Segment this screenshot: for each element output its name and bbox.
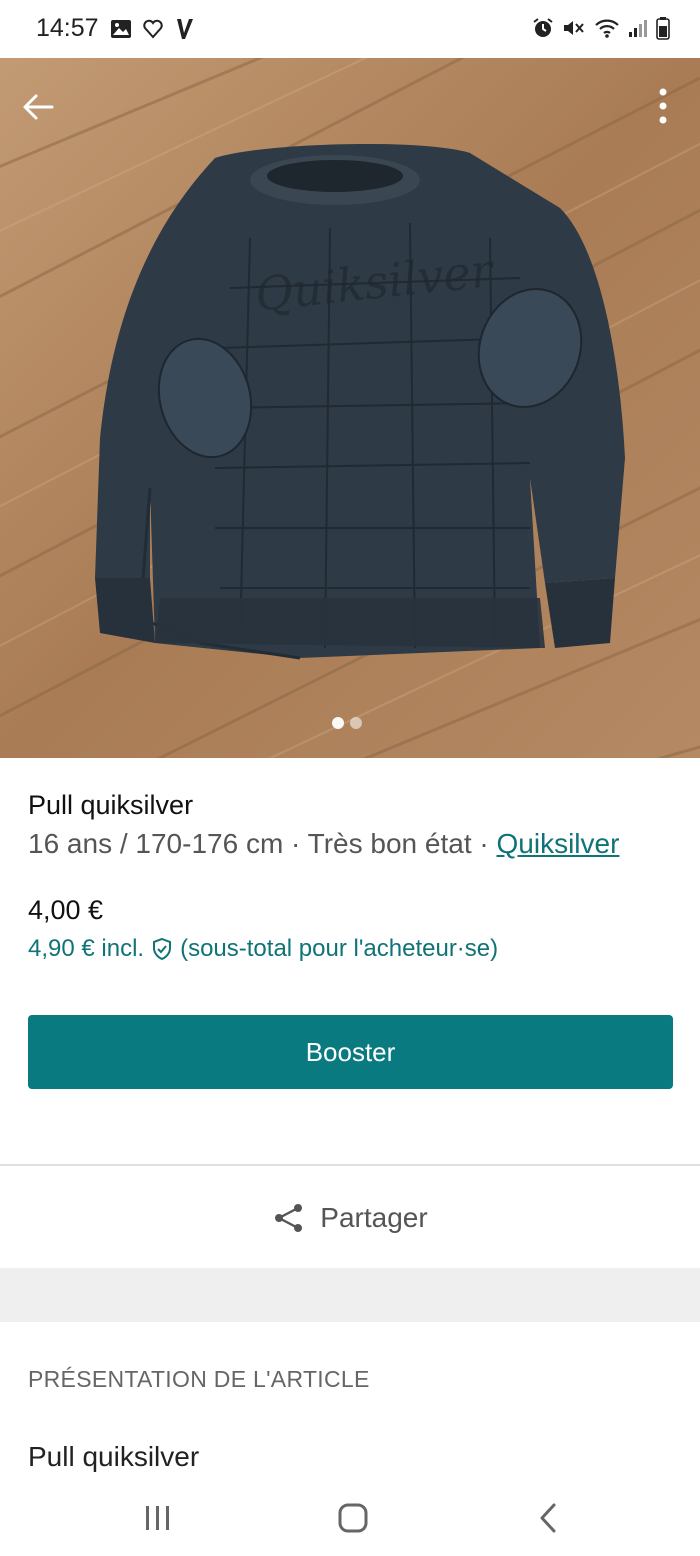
meta-separator: · <box>471 828 497 859</box>
status-time: 14:57 <box>36 14 99 42</box>
status-bar: 14:57 <box>0 0 700 58</box>
pagination-dot-active[interactable] <box>332 717 344 729</box>
item-title: Pull quiksilver <box>28 790 194 820</box>
recent-apps-icon[interactable] <box>132 1496 182 1540</box>
item-meta: 16 ans / 170-176 cm · Très bon état · Qu… <box>28 828 619 860</box>
gallery-icon <box>111 20 131 38</box>
back-nav-icon[interactable] <box>524 1496 574 1540</box>
photo-pagination <box>332 717 362 729</box>
sweater-photo-illustration: Quiksilver <box>0 58 700 758</box>
pagination-dot[interactable] <box>350 717 362 729</box>
home-icon[interactable] <box>328 1496 378 1540</box>
item-condition: Très bon état <box>307 828 472 859</box>
battery-icon <box>656 17 670 40</box>
product-photo[interactable]: Quiksilver <box>0 58 700 758</box>
share-label: Partager <box>320 1202 428 1233</box>
brand-link[interactable]: Quiksilver <box>497 828 620 859</box>
signal-icon <box>629 20 647 37</box>
meta-separator: · <box>283 828 308 859</box>
section-spacer <box>0 1268 700 1322</box>
back-arrow-icon[interactable] <box>18 86 60 128</box>
heart-outline-icon <box>143 19 163 39</box>
buyer-price-info[interactable]: 4,90 € incl. (sous-total pour l'acheteur… <box>28 935 498 963</box>
price-incl-note: (sous-total pour l'acheteur·se) <box>180 935 499 962</box>
item-price: 4,00 € <box>28 895 104 925</box>
booster-button[interactable]: Booster <box>28 1015 673 1089</box>
shield-check-icon <box>153 937 172 961</box>
price-incl: 4,90 € incl. <box>28 935 145 962</box>
item-size: 16 ans / 170-176 cm <box>28 828 284 859</box>
system-navigation-bar <box>0 1480 700 1556</box>
wifi-icon <box>595 19 619 38</box>
section-title: PRÉSENTATION DE L'ARTICLE <box>28 1366 370 1392</box>
alarm-icon <box>533 18 553 37</box>
share-button[interactable]: Partager <box>0 1168 700 1268</box>
vinted-v-icon <box>177 19 193 39</box>
divider <box>0 1164 700 1166</box>
item-description: Pull quiksilver <box>28 1441 200 1472</box>
share-icon <box>275 1204 303 1232</box>
more-options-icon[interactable] <box>648 84 678 128</box>
mute-icon <box>564 21 584 35</box>
